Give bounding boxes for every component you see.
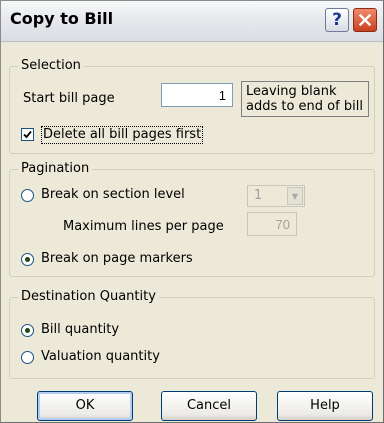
checkmark-icon — [23, 130, 32, 139]
break-section-radio[interactable] — [21, 189, 34, 202]
max-lines-input[interactable] — [247, 212, 297, 236]
radio-selected-dot — [25, 328, 30, 333]
destination-legend: Destination Quantity — [18, 289, 159, 305]
delete-pages-checkbox[interactable] — [21, 128, 34, 141]
note-line-1: Leaving blank — [246, 84, 337, 99]
chevron-down-icon: ▼ — [287, 187, 303, 205]
blank-page-note: Leaving blank adds to end of bill — [241, 81, 369, 117]
help-question-icon: ? — [332, 9, 342, 30]
dialog-title: Copy to Bill — [10, 9, 114, 28]
break-markers-label[interactable]: Break on page markers — [41, 251, 193, 267]
bill-quantity-radio[interactable] — [21, 324, 34, 337]
selection-legend: Selection — [18, 58, 84, 74]
radio-selected-dot — [25, 257, 30, 262]
title-close-button[interactable] — [353, 8, 377, 32]
destination-quantity-group: Destination Quantity — [9, 289, 375, 379]
pagination-legend: Pagination — [18, 161, 93, 177]
copy-to-bill-dialog: Copy to Bill ? Selection Start bill page… — [0, 0, 384, 423]
help-button[interactable]: Help — [277, 391, 373, 421]
close-x-icon — [359, 14, 371, 26]
break-section-label[interactable]: Break on section level — [41, 187, 185, 203]
max-lines-label: Maximum lines per page — [63, 219, 224, 234]
section-level-value: 1 — [254, 188, 263, 203]
valuation-quantity-label[interactable]: Valuation quantity — [41, 349, 160, 365]
delete-pages-label[interactable]: Delete all bill pages first — [41, 126, 204, 144]
start-bill-page-input[interactable] — [161, 83, 233, 107]
title-bar[interactable]: Copy to Bill ? — [1, 1, 383, 42]
bill-quantity-label[interactable]: Bill quantity — [41, 322, 119, 338]
note-line-2: adds to end of bill — [246, 99, 363, 114]
title-help-button[interactable]: ? — [325, 8, 349, 32]
cancel-button[interactable]: Cancel — [161, 391, 257, 421]
break-markers-radio[interactable] — [21, 253, 34, 266]
ok-button[interactable]: OK — [37, 391, 133, 421]
start-bill-page-label: Start bill page — [23, 91, 115, 106]
section-level-select[interactable]: 1 ▼ — [247, 185, 305, 207]
valuation-quantity-radio[interactable] — [21, 351, 34, 364]
